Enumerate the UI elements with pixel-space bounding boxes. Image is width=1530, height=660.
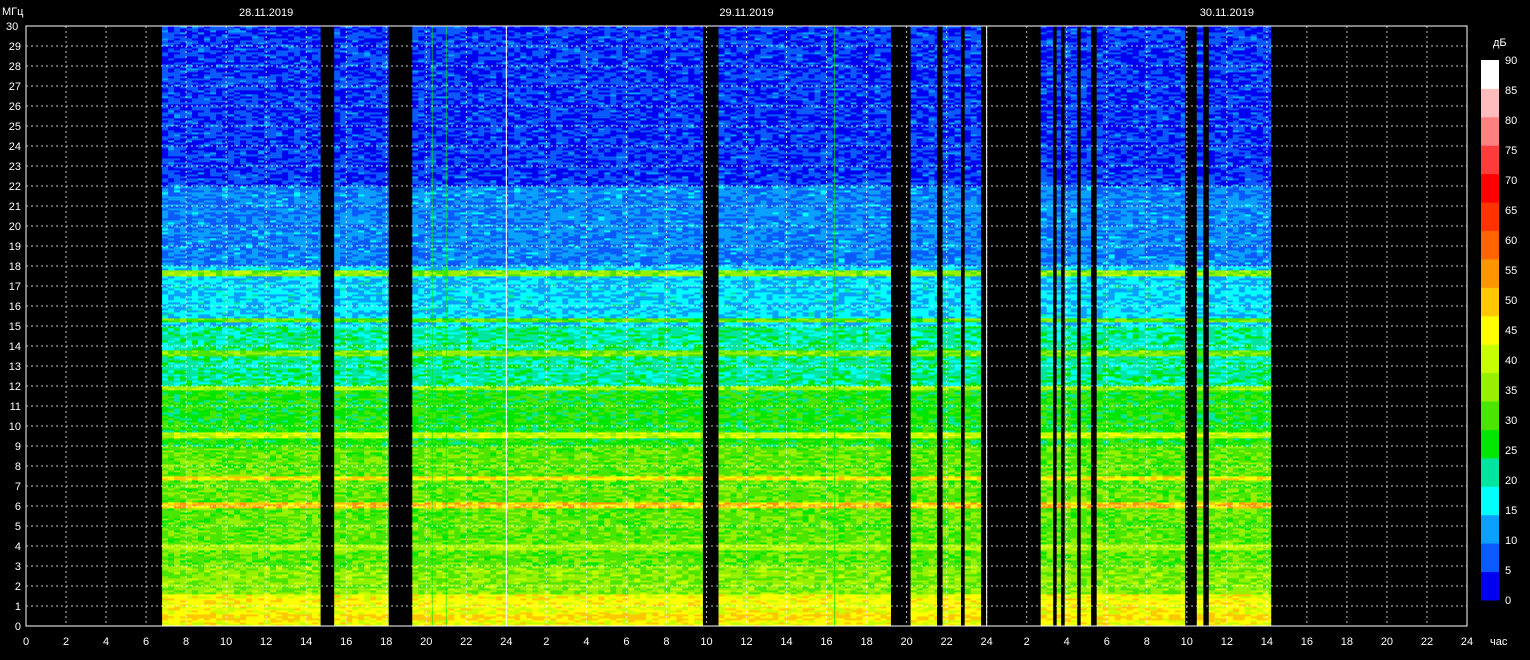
spectrogram-chart: 0123456789101112131415161718192021222324… (0, 0, 1530, 660)
